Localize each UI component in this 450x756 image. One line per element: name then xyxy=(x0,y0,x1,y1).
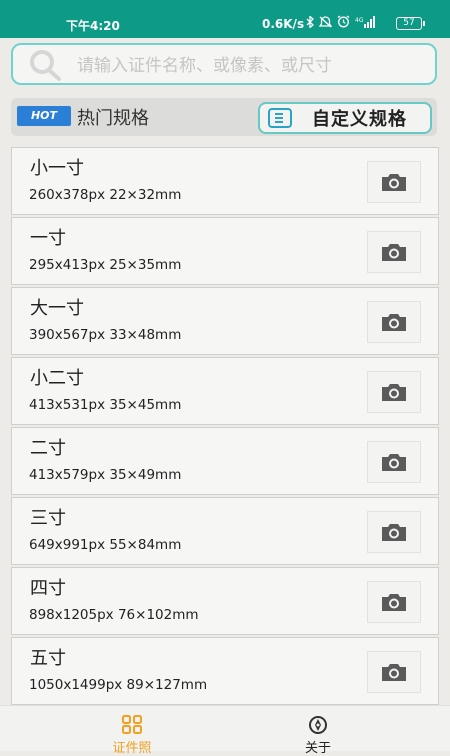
compass-icon xyxy=(309,716,327,734)
camera-button[interactable] xyxy=(367,511,421,553)
svg-text:4G: 4G xyxy=(355,17,364,24)
camera-icon xyxy=(382,664,406,681)
search-input[interactable] xyxy=(75,51,429,81)
tab-id-photo-label: 证件照 xyxy=(112,741,152,756)
status-time: 下午4:20 xyxy=(66,19,120,33)
size-item[interactable]: 二寸 413x579px 35×49mm xyxy=(11,427,439,495)
size-item[interactable]: 小一寸 260x378px 22×32mm xyxy=(11,147,439,215)
tab-about[interactable]: 关于 xyxy=(258,706,378,756)
size-dimensions: 413x531px 35×45mm xyxy=(29,397,182,413)
size-dimensions: 260x378px 22×32mm xyxy=(29,187,182,203)
mute-icon xyxy=(318,15,333,31)
size-dimensions: 1050x1499px 89×127mm xyxy=(29,677,208,693)
size-item[interactable]: 三寸 649x991px 55×84mm xyxy=(11,497,439,565)
bluetooth-icon xyxy=(306,14,314,31)
camera-icon xyxy=(382,454,406,471)
camera-button[interactable] xyxy=(367,441,421,483)
status-icons: 4G xyxy=(306,14,377,31)
camera-button[interactable] xyxy=(367,161,421,203)
camera-icon xyxy=(382,524,406,541)
tab-about-label: 关于 xyxy=(304,741,331,756)
status-bar: 下午4:20 0.6K/s 4G 57 xyxy=(0,0,450,38)
size-name: 一寸 xyxy=(30,228,66,249)
signal-icon: 4G xyxy=(355,15,377,31)
size-name: 三寸 xyxy=(30,508,66,529)
size-list: 小一寸 260x378px 22×32mm 一寸 295x413px 25×35… xyxy=(11,147,439,707)
camera-icon xyxy=(382,244,406,261)
camera-icon xyxy=(382,314,406,331)
custom-spec-label: 自定义规格 xyxy=(312,109,407,130)
network-speed: 0.6K/s xyxy=(262,17,305,31)
alarm-icon xyxy=(337,15,350,31)
size-dimensions: 649x991px 55×84mm xyxy=(29,537,182,553)
search-icon xyxy=(27,49,65,85)
size-name: 大一寸 xyxy=(30,298,84,319)
size-name: 五寸 xyxy=(30,648,66,669)
camera-button[interactable] xyxy=(367,301,421,343)
grid-icon xyxy=(122,715,142,734)
camera-button[interactable] xyxy=(367,231,421,273)
hot-specs-header: HOT 热门规格 自定义规格 xyxy=(11,98,437,136)
size-item[interactable]: 四寸 898x1205px 76×102mm xyxy=(11,567,439,635)
bottom-tab-bar: 证件照 关于 xyxy=(0,705,450,756)
size-dimensions: 295x413px 25×35mm xyxy=(29,257,182,273)
size-dimensions: 390x567px 33×48mm xyxy=(29,327,182,343)
camera-button[interactable] xyxy=(367,581,421,623)
battery-indicator: 57 xyxy=(396,17,425,30)
size-name: 二寸 xyxy=(30,438,66,459)
camera-button[interactable] xyxy=(367,371,421,413)
tab-id-photo[interactable]: 证件照 xyxy=(72,706,192,756)
size-name: 小一寸 xyxy=(30,158,84,179)
size-dimensions: 413x579px 35×49mm xyxy=(29,467,182,483)
size-item[interactable]: 小二寸 413x531px 35×45mm xyxy=(11,357,439,425)
custom-spec-button[interactable]: 自定义规格 xyxy=(258,102,432,134)
hot-badge: HOT xyxy=(17,106,71,126)
list-icon xyxy=(268,108,292,128)
size-item[interactable]: 大一寸 390x567px 33×48mm xyxy=(11,287,439,355)
camera-icon xyxy=(382,384,406,401)
search-bar[interactable] xyxy=(11,43,437,85)
hot-specs-title: 热门规格 xyxy=(77,108,149,129)
size-dimensions: 898x1205px 76×102mm xyxy=(29,607,199,623)
size-name: 四寸 xyxy=(30,578,66,599)
camera-icon xyxy=(382,594,406,611)
camera-button[interactable] xyxy=(367,651,421,693)
size-item[interactable]: 一寸 295x413px 25×35mm xyxy=(11,217,439,285)
camera-icon xyxy=(382,174,406,191)
size-item[interactable]: 五寸 1050x1499px 89×127mm xyxy=(11,637,439,705)
size-name: 小二寸 xyxy=(30,368,84,389)
